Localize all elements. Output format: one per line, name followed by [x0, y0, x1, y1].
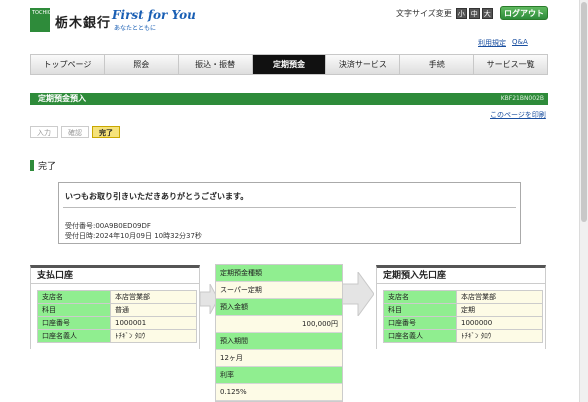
- deposit-type-label: 定期預金種類: [216, 265, 342, 282]
- table-row: 口座番号 1000001: [37, 316, 197, 330]
- table-row: 科目 定期: [383, 303, 543, 317]
- section-heading: 完了: [30, 159, 56, 172]
- row-value: 1000000: [456, 316, 543, 330]
- table-row: 科目 普通: [37, 303, 197, 317]
- tab-procedures[interactable]: 手続: [400, 55, 475, 74]
- vertical-scrollbar[interactable]: [579, 0, 588, 402]
- heading-marker: [30, 160, 34, 171]
- faq-link[interactable]: Q&A: [512, 38, 528, 48]
- table-row: 口座名義人 ﾄﾁｷﾞﾝ ﾀﾛｳ: [37, 329, 197, 343]
- step-complete: 完了: [92, 126, 120, 138]
- row-key: 口座名義人: [383, 329, 457, 343]
- deposit-amount-value: 100,000円: [216, 316, 342, 333]
- top-links: 利用規定 Q&A: [478, 38, 528, 48]
- slogan-sub: あなたとともに: [114, 25, 157, 32]
- step-confirm: 確認: [61, 126, 89, 138]
- page-title: 定期預金預入: [38, 94, 86, 103]
- row-key: 科目: [37, 303, 111, 317]
- row-key: 口座番号: [383, 316, 457, 330]
- interest-rate-value: 0.125%: [216, 384, 342, 401]
- print-page-link[interactable]: このページを印刷: [490, 110, 546, 120]
- receipt-datetime: 受付日時:2024年10月09日 10時32分37秒: [65, 232, 202, 240]
- bank-logo[interactable]: TOCHIGIN: [30, 8, 57, 32]
- divider: [63, 207, 516, 208]
- row-key: 支店名: [383, 290, 457, 304]
- row-key: 口座番号: [37, 316, 111, 330]
- screen-code: KBF21BN002B: [500, 95, 544, 102]
- font-size-switcher: 文字サイズ変更 小 中 大: [396, 8, 493, 19]
- row-value: 普通: [110, 303, 197, 317]
- deposit-destination-title: 定期預入先口座: [377, 268, 545, 284]
- deposit-period-value: 12ヶ月: [216, 350, 342, 367]
- payment-account-panel: 支払口座 支店名 本店営業部 科目 普通 口座番号 1000001 口座名義人 ﾄﾁｷﾞ…: [30, 265, 200, 349]
- deposit-destination-panel: 定期預入先口座 支店名 本店営業部 科目 定期 口座番号 1000000 口座名義人ﾄ…: [376, 265, 546, 349]
- row-key: 科目: [383, 303, 457, 317]
- interest-rate-label: 利率: [216, 367, 342, 384]
- scrollbar-thumb[interactable]: [581, 2, 587, 222]
- thanks-message: いつもお取り引きいただきありがとうございます。: [65, 192, 249, 201]
- font-size-small-button[interactable]: 小: [455, 8, 467, 19]
- row-value: 1000001: [110, 316, 197, 330]
- payment-account-table: 支店名 本店営業部 科目 普通 口座番号 1000001 口座名義人 ﾄﾁｷﾞﾝ ﾀﾛｳ: [37, 290, 197, 343]
- table-row: 支店名 本店営業部: [383, 290, 543, 304]
- slogan: First for You: [112, 8, 196, 22]
- completion-message-box: いつもお取り引きいただきありがとうございます。 受付番号:00A9B0ED09D…: [58, 182, 521, 244]
- table-row: 口座番号 1000000: [383, 316, 543, 330]
- deposit-details-panel: 定期預金種類 スーパー定期 預入金額 100,000円 預入期間 12ヶ月 利率…: [215, 264, 343, 402]
- receipt-number: 受付番号:00A9B0ED09DF: [65, 222, 151, 230]
- bank-name: 栃木銀行: [55, 16, 112, 31]
- tab-payment-services[interactable]: 決済サービス: [326, 55, 401, 74]
- font-size-medium-button[interactable]: 中: [468, 8, 480, 19]
- terms-link[interactable]: 利用規定: [478, 38, 506, 48]
- font-size-label: 文字サイズ変更: [396, 9, 452, 18]
- row-value: 本店営業部: [110, 290, 197, 304]
- row-value: 定期: [456, 303, 543, 317]
- font-size-large-button[interactable]: 大: [481, 8, 493, 19]
- section-heading-text: 完了: [38, 162, 57, 172]
- tab-top[interactable]: トップページ: [31, 55, 105, 74]
- tab-inquiry[interactable]: 照会: [105, 55, 179, 74]
- row-value: 本店営業部: [456, 290, 543, 304]
- tab-time-deposit[interactable]: 定期預金: [252, 55, 327, 74]
- row-key: 支店名: [37, 290, 111, 304]
- page-title-bar: 定期預金預入 KBF21BN002B: [30, 93, 548, 105]
- tab-service-list[interactable]: サービス一覧: [474, 55, 547, 74]
- deposit-destination-table: 支店名 本店営業部 科目 定期 口座番号 1000000 口座名義人 ﾄﾁｷﾞﾝ ﾀﾛｳ: [383, 290, 543, 343]
- page: TOCHIGIN 栃木銀行 First for You あなたとともに 文字サイ…: [0, 0, 579, 402]
- logout-button[interactable]: ログアウト: [500, 6, 548, 20]
- row-key: 口座名義人: [37, 329, 111, 343]
- table-row: 口座名義人 ﾄﾁｷﾞﾝ ﾀﾛｳ: [383, 329, 543, 343]
- tab-transfer[interactable]: 振込・振替: [179, 55, 253, 74]
- deposit-type-value: スーパー定期: [216, 282, 342, 299]
- main-nav: トップページ 照会 振込・振替 定期預金 決済サービス 手続 サービス一覧: [30, 54, 548, 75]
- row-value: ﾄﾁｷﾞﾝ ﾀﾛｳ: [456, 329, 543, 343]
- payment-account-title: 支払口座: [31, 268, 199, 284]
- deposit-period-label: 預入期間: [216, 333, 342, 350]
- progress-steps: 入力 確認 完了: [30, 126, 120, 138]
- arrow-right-icon: [340, 272, 374, 316]
- step-input: 入力: [30, 126, 58, 138]
- deposit-amount-label: 預入金額: [216, 299, 342, 316]
- row-value: ﾄﾁｷﾞﾝ ﾀﾛｳ: [110, 329, 197, 343]
- table-row: 支店名 本店営業部: [37, 290, 197, 304]
